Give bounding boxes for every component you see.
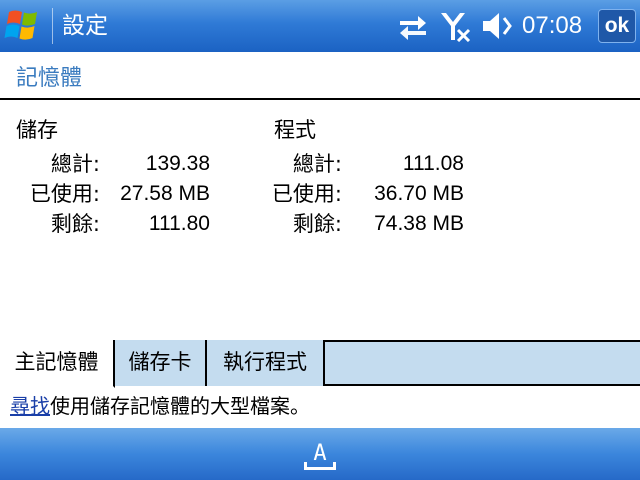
clock[interactable]: 07:08: [522, 11, 582, 41]
tab-running-programs[interactable]: 執行程式: [207, 340, 325, 386]
program-used-label: 已使用:: [271, 182, 342, 206]
storage-free-value: 111.80: [148, 212, 210, 235]
storage-used-value: 27.58 MB: [120, 182, 210, 205]
heading-divider: [0, 98, 640, 100]
page-title: 記憶體: [16, 66, 83, 91]
storage-total-value: 139.38: [145, 152, 210, 175]
ok-button[interactable]: ok: [598, 9, 636, 43]
app-title: 設定: [62, 13, 108, 39]
program-section-label: 程式: [274, 118, 316, 142]
find-link[interactable]: 尋找: [10, 394, 50, 418]
windows-start-icon[interactable]: [0, 0, 52, 52]
find-hint: 尋找使用儲存記憶體的大型檔案。: [10, 392, 310, 420]
title-bar: 設定 07:08 ok: [0, 0, 640, 52]
program-free-value: 74.38 MB: [374, 212, 464, 235]
connectivity-icon[interactable]: [396, 10, 430, 42]
no-signal-icon[interactable]: [438, 10, 472, 42]
storage-used-label: 已使用:: [29, 182, 100, 206]
sip-letter: A: [313, 441, 326, 466]
program-free-label: 剩餘:: [292, 212, 342, 236]
find-description: 使用儲存記憶體的大型檔案。: [50, 394, 310, 418]
tab-storage-card[interactable]: 儲存卡: [115, 340, 207, 386]
program-total-label: 總計:: [292, 152, 342, 176]
keyboard-input-icon[interactable]: A: [301, 434, 339, 474]
tab-strip: 主記憶體 儲存卡 執行程式: [0, 340, 640, 388]
storage-free-label: 剩餘:: [50, 212, 100, 236]
storage-total-label: 總計:: [50, 152, 100, 176]
tab-main-memory[interactable]: 主記憶體: [0, 340, 115, 388]
menu-bar: A: [0, 428, 640, 480]
program-total-value: 111.08: [402, 152, 464, 175]
storage-section-label: 儲存: [16, 118, 58, 142]
program-used-value: 36.70 MB: [374, 182, 464, 205]
title-separator: [52, 8, 53, 44]
speaker-muted-icon[interactable]: [480, 10, 514, 42]
